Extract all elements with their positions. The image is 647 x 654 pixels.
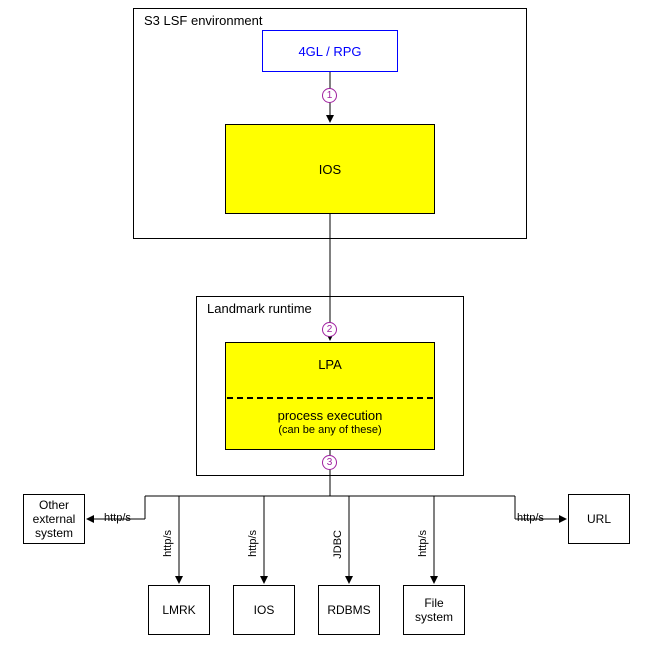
lpa-sub2: (can be any of these) bbox=[225, 424, 435, 436]
step-1: 1 bbox=[327, 90, 333, 101]
step-2: 2 bbox=[327, 324, 333, 335]
rpg-label: 4GL / RPG bbox=[298, 44, 361, 59]
proto-http-left: http/s bbox=[104, 512, 131, 524]
step-3-circle: 3 bbox=[322, 455, 337, 470]
landmark-title: Landmark runtime bbox=[207, 301, 312, 316]
other-label: Other external system bbox=[24, 498, 84, 540]
file-box: File system bbox=[403, 585, 465, 635]
step-1-circle: 1 bbox=[322, 88, 337, 103]
proto-http-right: http/s bbox=[517, 512, 544, 524]
url-box: URL bbox=[568, 494, 630, 544]
lpa-label: LPA bbox=[226, 357, 434, 372]
proto-http-lmrk: http/s bbox=[162, 530, 174, 557]
lmrk-label: LMRK bbox=[162, 603, 195, 617]
proto-http-file: http/s bbox=[417, 530, 429, 557]
step-3: 3 bbox=[327, 457, 333, 468]
proto-http-ios: http/s bbox=[247, 530, 259, 557]
rdbms-box: RDBMS bbox=[318, 585, 380, 635]
ios-top-label: IOS bbox=[319, 162, 341, 177]
other-external-box: Other external system bbox=[23, 494, 85, 544]
step-2-circle: 2 bbox=[322, 322, 337, 337]
ios-bottom-label: IOS bbox=[254, 603, 275, 617]
ios-bottom-box: IOS bbox=[233, 585, 295, 635]
rpg-box: 4GL / RPG bbox=[262, 30, 398, 72]
lpa-divider bbox=[227, 397, 433, 399]
file-label: File system bbox=[404, 596, 464, 624]
s3-title: S3 LSF environment bbox=[144, 13, 263, 28]
ios-top-box: IOS bbox=[225, 124, 435, 214]
lpa-sub1: process execution bbox=[225, 408, 435, 423]
rdbms-label: RDBMS bbox=[327, 603, 370, 617]
url-label: URL bbox=[587, 512, 611, 526]
proto-jdbc: JDBC bbox=[332, 530, 344, 559]
lmrk-box: LMRK bbox=[148, 585, 210, 635]
